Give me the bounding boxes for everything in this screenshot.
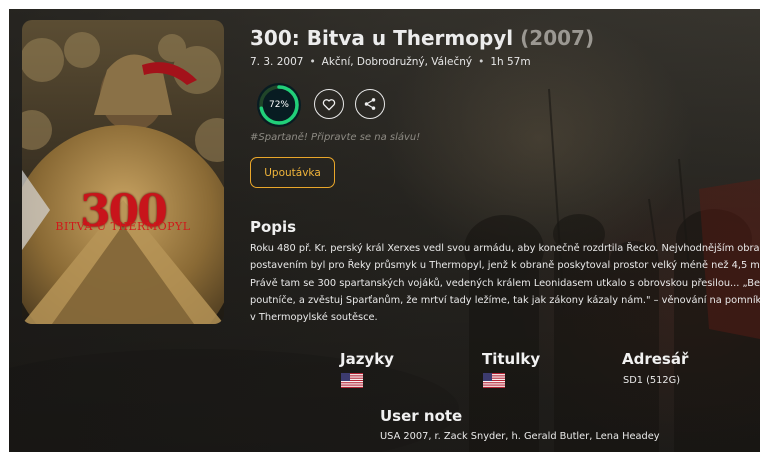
overview-text: Roku 480 př. Kr. perský král Xerxes vedl… <box>250 240 760 326</box>
movie-year: (2007) <box>520 26 595 50</box>
overview-line: v Thermopylské soutěsce. <box>250 312 378 324</box>
us-flag-icon <box>341 373 363 388</box>
genres: Akční, Dobrodružný, Válečný <box>321 56 473 68</box>
overview-heading: Popis <box>250 218 297 236</box>
movie-meta: 7. 3. 2007 • Akční, Dobrodružný, Válečný • 1… <box>250 56 531 68</box>
favorite-button[interactable] <box>314 89 344 119</box>
languages-heading: Jazyky <box>340 350 394 368</box>
separator-dot: • <box>309 56 316 68</box>
movie-title: 300: Bitva u Thermopyl <box>250 26 514 50</box>
directory-heading: Adresář <box>622 350 689 368</box>
share-button[interactable] <box>355 89 385 119</box>
runtime: 1h 57m <box>490 56 531 68</box>
overview-line: Roku 480 př. Kr. perský král Xerxes vedl… <box>250 243 760 254</box>
subtitles-heading: Titulky <box>482 350 541 368</box>
movie-detail-view: 300 BITVA U THERMOPYL 300: Bitva u Therm… <box>9 9 760 452</box>
movie-poster: 300 BITVA U THERMOPYL <box>22 20 224 324</box>
tagline: #Spartaně! Připravte se na slávu! <box>250 132 421 143</box>
user-score: 72% <box>256 82 302 128</box>
separator-dot: • <box>478 56 485 68</box>
share-icon <box>364 98 376 110</box>
overview-line: postavením byl pro Řeky průsmyk u Thermo… <box>250 260 760 272</box>
release-date: 7. 3. 2007 <box>250 56 304 68</box>
heart-icon <box>322 98 336 110</box>
overview-line: Právě tam se 300 spartanských vojáků, ve… <box>250 277 760 289</box>
trailer-button[interactable]: Upoutávka <box>250 157 335 188</box>
poster-subtitle-art: BITVA U THERMOPYL <box>55 220 191 233</box>
us-flag-icon <box>483 373 505 388</box>
user-note-heading: User note <box>380 407 463 425</box>
user-note-text: USA 2007, r. Zack Snyder, h. Gerald Butl… <box>380 431 660 442</box>
poster-art <box>22 20 224 324</box>
page-title: 300: Bitva u Thermopyl (2007) <box>250 26 594 50</box>
score-value: 72% <box>268 100 289 110</box>
overview-line: poutníče, a zvěstuj Sparťanům, že mrtví … <box>250 294 760 306</box>
directory-value: SD1 (512G) <box>623 375 681 386</box>
